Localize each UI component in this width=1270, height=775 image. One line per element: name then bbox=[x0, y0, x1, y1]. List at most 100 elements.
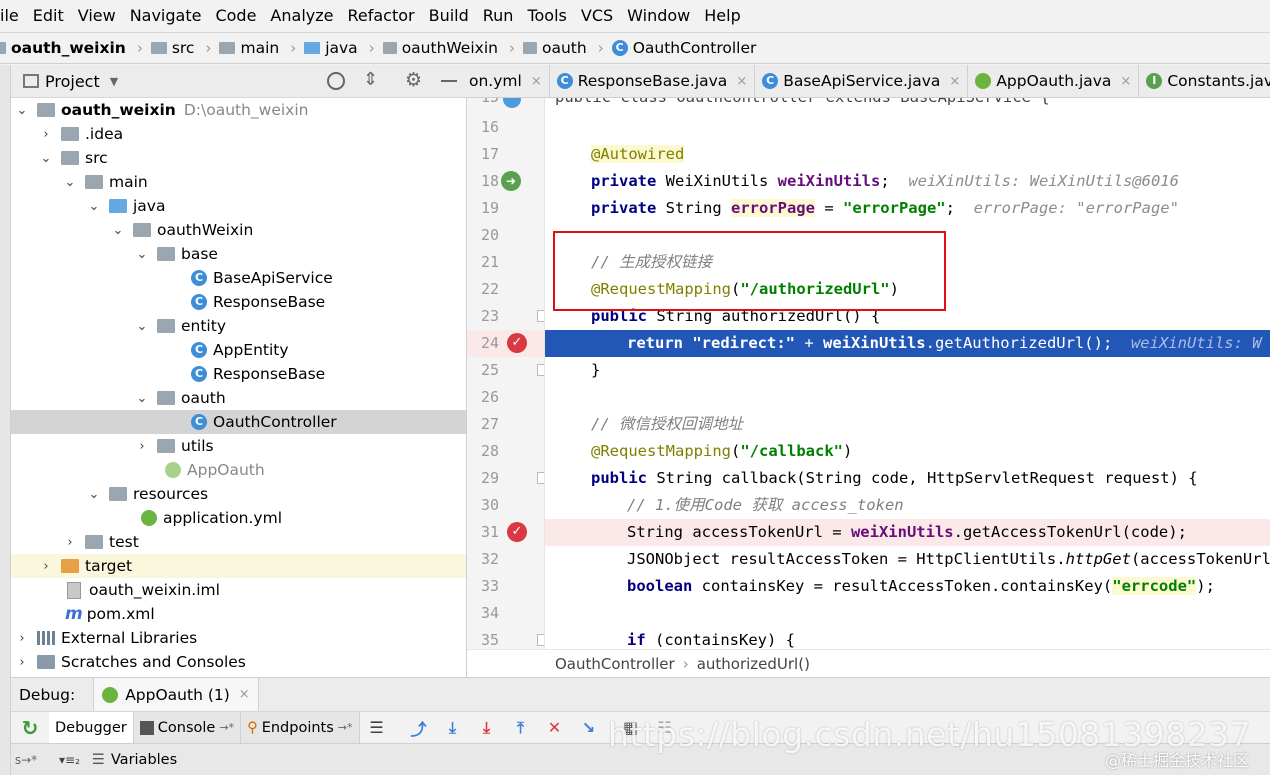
close-icon[interactable]: × bbox=[531, 74, 542, 89]
editor-gutter[interactable]: 15 16 17 18 ➜ 19 20 21 22 23 24 ✓ 25 26 … bbox=[467, 98, 545, 649]
show-execution-point-icon[interactable]: ⤴ bbox=[408, 717, 430, 739]
debug-session-tab[interactable]: AppOauth (1) × bbox=[93, 678, 259, 711]
tab-responsebase[interactable]: C ResponseBase.java × bbox=[550, 65, 756, 97]
chevron-down-icon[interactable]: ⌄ bbox=[135, 247, 149, 262]
tree-item-pom[interactable]: m pom.xml bbox=[11, 602, 466, 626]
chevron-right-icon[interactable]: › bbox=[39, 559, 53, 574]
menu-view[interactable]: View bbox=[71, 0, 123, 32]
collapse-all-icon[interactable]: ⇕ bbox=[363, 69, 378, 90]
chevron-right-icon[interactable]: › bbox=[63, 535, 77, 550]
chevron-down-icon[interactable]: ⌄ bbox=[63, 175, 77, 190]
tree-item-entity[interactable]: ⌄ entity bbox=[11, 314, 466, 338]
editor-breadcrumb-class[interactable]: OauthController bbox=[555, 655, 675, 673]
menu-edit[interactable]: Edit bbox=[26, 0, 71, 32]
menu-vcs[interactable]: VCS bbox=[574, 0, 620, 32]
breadcrumb-project[interactable]: oauth_weixin › bbox=[0, 39, 143, 57]
breadcrumb-main[interactable]: main › bbox=[219, 39, 296, 57]
tree-item-test[interactable]: › test bbox=[11, 530, 466, 554]
tree-item-java[interactable]: ⌄ java bbox=[11, 194, 466, 218]
tree-item-utils[interactable]: › utils bbox=[11, 434, 466, 458]
breadcrumb-oauth[interactable]: oauth › bbox=[522, 39, 604, 57]
tab-application-yml[interactable]: on.yml × bbox=[467, 65, 550, 97]
tree-item-appentity[interactable]: C AppEntity bbox=[11, 338, 466, 362]
code-editor[interactable]: public class OauthController extends Bas… bbox=[545, 98, 1270, 649]
close-icon[interactable]: × bbox=[1120, 74, 1131, 89]
chevron-down-icon[interactable]: ⌄ bbox=[15, 103, 29, 118]
breakpoint-icon[interactable]: ✓ bbox=[507, 522, 527, 542]
chevron-down-icon[interactable]: ⌄ bbox=[111, 223, 125, 238]
menu-window[interactable]: Window bbox=[620, 0, 697, 32]
tree-item-scratches[interactable]: › Scratches and Consoles bbox=[11, 650, 466, 674]
tree-item-target[interactable]: › target bbox=[11, 554, 466, 578]
chevron-right-icon[interactable]: › bbox=[15, 655, 29, 670]
gear-icon[interactable]: ⚙ bbox=[405, 69, 422, 91]
tree-item-oauth[interactable]: ⌄ oauth bbox=[11, 386, 466, 410]
menu-build[interactable]: Build bbox=[422, 0, 476, 32]
tree-item-iml[interactable]: oauth_weixin.iml bbox=[11, 578, 466, 602]
tree-item-oauthcontroller[interactable]: C OauthController bbox=[11, 410, 466, 434]
tree-item-idea[interactable]: › .idea bbox=[11, 122, 466, 146]
menu-lines-icon[interactable]: ☰ bbox=[366, 717, 388, 739]
chevron-down-icon[interactable]: ⌄ bbox=[87, 199, 101, 214]
close-icon[interactable]: × bbox=[949, 74, 960, 89]
chevron-down-icon[interactable]: ⌄ bbox=[135, 391, 149, 406]
step-into-icon[interactable]: ⤓ bbox=[476, 717, 498, 739]
menu-analyze[interactable]: Analyze bbox=[263, 0, 340, 32]
tab-appoauth[interactable]: AppOauth.java × bbox=[968, 65, 1140, 97]
project-view-selector[interactable]: Project bbox=[45, 72, 100, 91]
fold-icon[interactable] bbox=[537, 634, 544, 646]
tab-constants[interactable]: IConstants.java× bbox=[1139, 65, 1270, 97]
menu-navigate[interactable]: Navigate bbox=[123, 0, 209, 32]
chevron-right-icon[interactable]: › bbox=[15, 631, 29, 646]
tree-item-baseapiservice[interactable]: C BaseApiService bbox=[11, 266, 466, 290]
menu-file[interactable]: ile bbox=[0, 0, 26, 32]
tree-item-oauthweixin[interactable]: ⌄ oauthWeixin bbox=[11, 218, 466, 242]
frames-menu-icon[interactable]: s→* bbox=[11, 753, 41, 767]
locate-icon[interactable] bbox=[327, 72, 345, 90]
step-over-icon[interactable]: ⤓ bbox=[442, 717, 464, 739]
chevron-down-icon[interactable]: ▼ bbox=[110, 75, 118, 88]
chevron-right-icon[interactable]: › bbox=[39, 127, 53, 142]
tree-item-responsebase[interactable]: C ResponseBase bbox=[11, 290, 466, 314]
chevron-right-icon[interactable]: › bbox=[135, 439, 149, 454]
breakpoint-icon[interactable]: ✓ bbox=[507, 333, 527, 353]
fold-icon[interactable] bbox=[537, 364, 544, 376]
tree-item-resources[interactable]: ⌄ resources bbox=[11, 482, 466, 506]
close-icon[interactable]: × bbox=[239, 687, 250, 702]
run-to-cursor-icon[interactable]: ↘ bbox=[578, 717, 600, 739]
thread-filter-icon[interactable]: ▾≡₂ bbox=[59, 753, 80, 767]
chevron-down-icon[interactable]: ⌄ bbox=[39, 151, 53, 166]
chevron-down-icon[interactable]: ⌄ bbox=[135, 319, 149, 334]
tree-item-application-yml[interactable]: application.yml bbox=[11, 506, 466, 530]
breadcrumb-src[interactable]: src › bbox=[150, 39, 211, 57]
tree-item-responsebase-entity[interactable]: C ResponseBase bbox=[11, 362, 466, 386]
fold-icon[interactable] bbox=[537, 472, 544, 484]
tree-item-external-libraries[interactable]: › External Libraries bbox=[11, 626, 466, 650]
fold-icon[interactable] bbox=[537, 310, 544, 322]
tab-endpoints[interactable]: ⚲ Endpoints →* bbox=[241, 711, 360, 744]
step-out-icon[interactable]: ⤒ bbox=[510, 717, 532, 739]
minimize-icon[interactable] bbox=[441, 80, 457, 82]
tab-baseapiservice[interactable]: C BaseApiService.java × bbox=[755, 65, 969, 97]
menu-tools[interactable]: Tools bbox=[520, 0, 573, 32]
menu-help[interactable]: Help bbox=[697, 0, 747, 32]
left-tool-window-strip[interactable] bbox=[0, 65, 11, 775]
tree-item-appoauth[interactable]: AppOauth bbox=[11, 458, 466, 482]
editor-breadcrumb-method[interactable]: authorizedUrl() bbox=[697, 655, 810, 673]
tab-console[interactable]: Console →* bbox=[133, 711, 242, 744]
tree-item-src[interactable]: ⌄ src bbox=[11, 146, 466, 170]
drop-frame-icon[interactable]: ✕ bbox=[544, 717, 566, 739]
breadcrumb-java[interactable]: java › bbox=[304, 39, 375, 57]
tree-item-main[interactable]: ⌄ main bbox=[11, 170, 466, 194]
breadcrumb-package[interactable]: oauthWeixin › bbox=[382, 39, 515, 57]
tree-item-project-root[interactable]: ⌄ oauth_weixin D:\oauth_weixin bbox=[11, 98, 466, 122]
menu-run[interactable]: Run bbox=[476, 0, 521, 32]
close-icon[interactable]: × bbox=[736, 74, 747, 89]
breadcrumb-class[interactable]: C OauthController bbox=[611, 39, 756, 57]
rerun-icon[interactable]: ↻ bbox=[11, 716, 49, 740]
tab-debugger[interactable]: Debugger bbox=[49, 711, 134, 744]
menu-code[interactable]: Code bbox=[208, 0, 263, 32]
chevron-down-icon[interactable]: ⌄ bbox=[87, 487, 101, 502]
bean-navigation-icon[interactable]: ➜ bbox=[501, 171, 521, 191]
menu-refactor[interactable]: Refactor bbox=[340, 0, 421, 32]
